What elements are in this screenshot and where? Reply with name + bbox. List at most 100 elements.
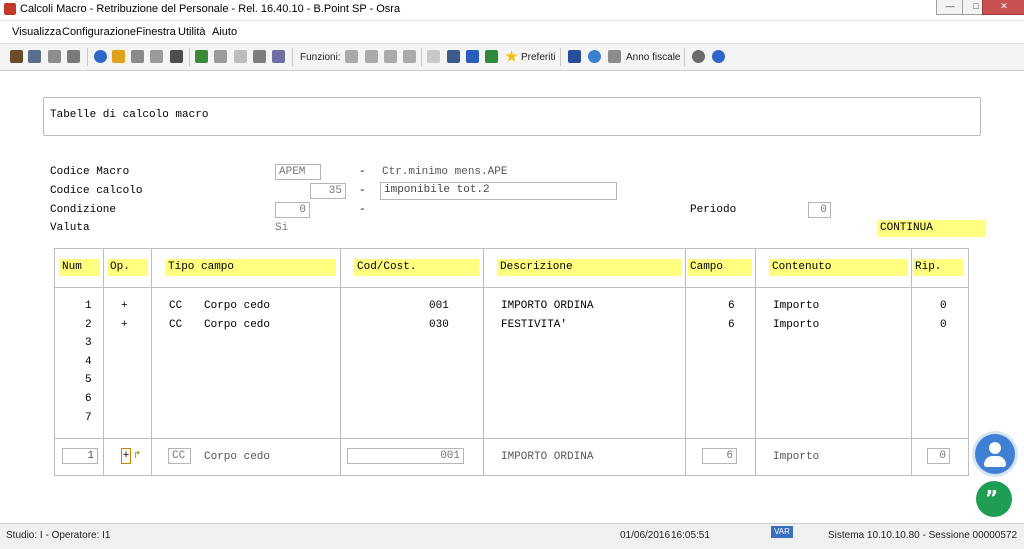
codice-calcolo-dash: - — [359, 185, 366, 197]
valuta-label: Valuta — [50, 222, 90, 234]
toolbar: Funzioni: Preferiti Anno fiscale — [0, 44, 1024, 71]
globe-icon[interactable] — [588, 50, 601, 63]
row-2-descr: FESTIVITA' — [501, 319, 568, 331]
row-1-num: 1 — [85, 300, 92, 312]
status-bar: Studio: I - Operatore: I1 01/06/2016 16:… — [0, 523, 1024, 549]
calendar-icon[interactable] — [608, 50, 621, 63]
header-descrizione: Descrizione — [497, 259, 682, 276]
close-icon[interactable]: ✕ — [982, 0, 1024, 15]
continua-indicator[interactable]: CONTINUA — [877, 220, 986, 237]
word-icon[interactable] — [466, 50, 479, 63]
edit-num-field[interactable]: 1 — [62, 448, 98, 464]
save-icon[interactable] — [28, 50, 41, 63]
menu-configurazione[interactable]: Configurazione — [62, 26, 136, 38]
codice-calcolo-label: Codice calcolo — [50, 185, 143, 197]
info-icon[interactable] — [712, 50, 725, 63]
monitor-icon[interactable] — [447, 50, 460, 63]
header-contenuto: Contenuto — [769, 259, 908, 276]
edit-contenuto: Importo — [773, 451, 820, 463]
condizione-field[interactable]: 0 — [275, 202, 310, 218]
header-campo: Campo — [688, 259, 752, 276]
user-assistant-button[interactable] — [975, 434, 1015, 474]
user-body-icon — [984, 456, 1006, 467]
condizione-dash: - — [359, 204, 366, 216]
var-badge: VAR — [771, 526, 793, 538]
function-3-icon[interactable] — [384, 50, 397, 63]
row-1-rip: 0 — [940, 300, 947, 312]
chat-button[interactable]: ” — [976, 481, 1012, 517]
menu-bar: Visualizza Configurazione Finestra Utili… — [0, 21, 1024, 44]
periodo-field[interactable]: 0 — [808, 202, 831, 218]
print-icon[interactable] — [67, 50, 80, 63]
edit-tipo-field[interactable]: CC — [168, 448, 191, 464]
quote-icon: ” — [985, 486, 999, 510]
document-icon[interactable] — [150, 50, 163, 63]
stack-icon[interactable] — [253, 50, 266, 63]
edit-cod-field[interactable]: 001 — [347, 448, 464, 464]
row-1-tipo: CC — [169, 300, 183, 312]
row-2-contenuto: Importo — [773, 319, 820, 331]
page-icon[interactable] — [234, 50, 247, 63]
tag-icon[interactable] — [272, 50, 285, 63]
exit-icon[interactable] — [10, 50, 23, 63]
codice-macro-dash: - — [359, 166, 366, 178]
header-tipo-campo: Tipo campo — [165, 259, 336, 276]
row-2-tipo-desc: Corpo cedo — [204, 319, 271, 331]
key-icon[interactable] — [112, 50, 125, 63]
row-1-op: + — [121, 300, 128, 312]
edit-rip-field[interactable]: 0 — [927, 448, 950, 464]
header-cod-cost: Cod/Cost. — [354, 259, 479, 276]
edit-descr: IMPORTO ORDINA — [501, 451, 594, 463]
edit-campo-field[interactable]: 6 — [702, 448, 737, 464]
menu-utilita[interactable]: Utilità — [178, 26, 206, 38]
link-icon[interactable] — [214, 50, 227, 63]
codice-calcolo-field[interactable]: 35 — [310, 183, 346, 199]
status-date: 01/06/2016 — [620, 530, 671, 541]
status-studio-operatore: Studio: I - Operatore: I1 — [6, 530, 111, 541]
row-1-cod: 001 — [429, 300, 449, 312]
app-icon — [4, 3, 16, 15]
codice-calcolo-description[interactable]: imponibile tot.2 — [380, 182, 617, 200]
excel-icon[interactable] — [485, 50, 498, 63]
menu-finestra[interactable]: Finestra — [136, 26, 176, 38]
codice-macro-field[interactable]: APEM — [275, 164, 321, 180]
valuta-value: Si — [275, 222, 289, 234]
edit-op-field[interactable]: + — [121, 448, 131, 464]
menu-aiuto[interactable]: Aiuto — [212, 26, 237, 38]
cut-icon[interactable] — [48, 50, 61, 63]
minimize-icon[interactable]: — — [936, 0, 964, 15]
title-bar: Calcoli Macro - Retribuzione del Persona… — [0, 0, 1024, 21]
status-sistema-sessione: Sistema 10.10.10.80 - Sessione 00000572 — [828, 530, 1018, 541]
codice-macro-label: Codice Macro — [50, 166, 130, 178]
function-2-icon[interactable] — [365, 50, 378, 63]
help-icon[interactable] — [94, 50, 107, 63]
header-num: Num — [59, 259, 100, 276]
window-title: Calcoli Macro - Retribuzione del Persona… — [20, 3, 401, 15]
user-icon[interactable] — [692, 50, 705, 63]
page-title: Tabelle di calcolo macro — [50, 109, 209, 121]
row-1-tipo-desc: Corpo cedo — [204, 300, 271, 312]
star-icon[interactable] — [505, 50, 518, 62]
row-1-campo: 6 — [728, 300, 735, 312]
row-7-num: 7 — [85, 412, 92, 424]
row-3-num: 3 — [85, 337, 92, 349]
row-2-op: + — [121, 319, 128, 331]
codice-macro-description: Ctr.minimo mens.APE — [382, 166, 508, 178]
row-2-cod: 030 — [429, 319, 449, 331]
database-icon[interactable] — [131, 50, 144, 63]
preferiti-label[interactable]: Preferiti — [521, 52, 555, 63]
row-2-tipo: CC — [169, 319, 183, 331]
anno-fiscale-label[interactable]: Anno fiscale — [626, 52, 680, 63]
function-1-icon[interactable] — [345, 50, 358, 63]
calculator-icon[interactable] — [170, 50, 183, 63]
row-1-descr: IMPORTO ORDINA — [501, 300, 594, 312]
periodo-label: Periodo — [690, 204, 737, 216]
row-6-num: 6 — [85, 393, 92, 405]
font-icon[interactable] — [568, 50, 581, 63]
menu-visualizza[interactable]: Visualizza — [12, 26, 61, 38]
macro-table: Num Op. Tipo campo Cod/Cost. Descrizione… — [54, 248, 969, 476]
mail-icon[interactable] — [427, 50, 440, 63]
cursor-icon: ↱ — [133, 450, 142, 461]
layers-icon[interactable] — [195, 50, 208, 63]
function-4-icon[interactable] — [403, 50, 416, 63]
